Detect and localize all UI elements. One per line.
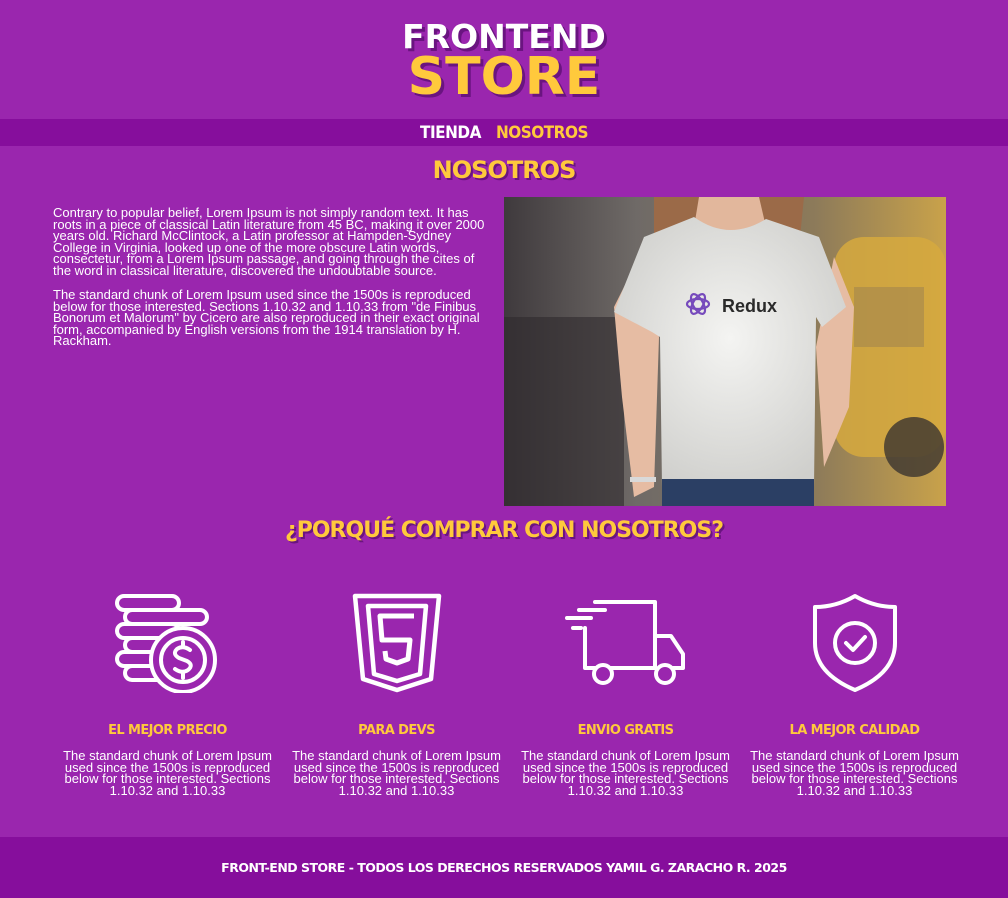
about-paragraph: Contrary to popular belief, Lorem Ipsum … <box>53 205 485 278</box>
about-section: Contrary to popular belief, Lorem Ipsum … <box>53 197 946 506</box>
html5-icon <box>352 593 441 692</box>
shirt-print-text: Redux <box>722 296 777 316</box>
feature-card: PARA DEVS The standard chunk of Lorem Ip… <box>282 585 511 815</box>
site-footer: FRONT-END STORE - TODOS LOS DERECHOS RES… <box>0 837 1008 898</box>
nav-link-nosotros[interactable]: NOSOTROS <box>496 123 589 143</box>
features-section: EL MEJOR PRECIO The standard chunk of Lo… <box>53 585 968 815</box>
coins-dollar-icon <box>114 593 217 693</box>
feature-text: The standard chunk of Lorem Ipsum used s… <box>292 748 501 798</box>
feature-card: EL MEJOR PRECIO The standard chunk of Lo… <box>53 585 282 815</box>
site-logo[interactable]: FRONTEND STORE <box>402 20 606 108</box>
about-paragraph: The standard chunk of Lorem Ipsum used s… <box>53 287 480 348</box>
footer-text: FRONT-END STORE - TODOS LOS DERECHOS RES… <box>221 860 787 875</box>
nav-link-tienda[interactable]: TIENDA <box>420 123 481 143</box>
feature-title: PARA DEVS <box>358 723 435 738</box>
shield-check-icon <box>812 593 897 692</box>
main-nav: TIENDA NOSOTROS <box>0 119 1008 146</box>
feature-text: The standard chunk of Lorem Ipsum used s… <box>521 748 730 798</box>
feature-title: ENVIO GRATIS <box>577 723 674 738</box>
tshirt-photo: Redux <box>504 197 946 506</box>
about-text: Contrary to popular belief, Lorem Ipsum … <box>53 205 491 360</box>
logo-line-store: STORE <box>407 47 601 108</box>
site-header: FRONTEND STORE <box>0 0 1008 119</box>
feature-title: LA MEJOR CALIDAD <box>789 723 920 738</box>
feature-card: LA MEJOR CALIDAD The standard chunk of L… <box>740 585 969 815</box>
feature-text: The standard chunk of Lorem Ipsum used s… <box>63 748 272 798</box>
page-title: NOSOTROS <box>432 156 577 184</box>
feature-text: The standard chunk of Lorem Ipsum used s… <box>750 748 959 798</box>
feature-title: EL MEJOR PRECIO <box>108 723 227 738</box>
why-title: ¿PORQUÉ COMPRAR CON NOSOTROS? <box>284 518 724 543</box>
delivery-truck-icon <box>564 599 685 685</box>
feature-card: ENVIO GRATIS The standard chunk of Lorem… <box>511 585 740 815</box>
